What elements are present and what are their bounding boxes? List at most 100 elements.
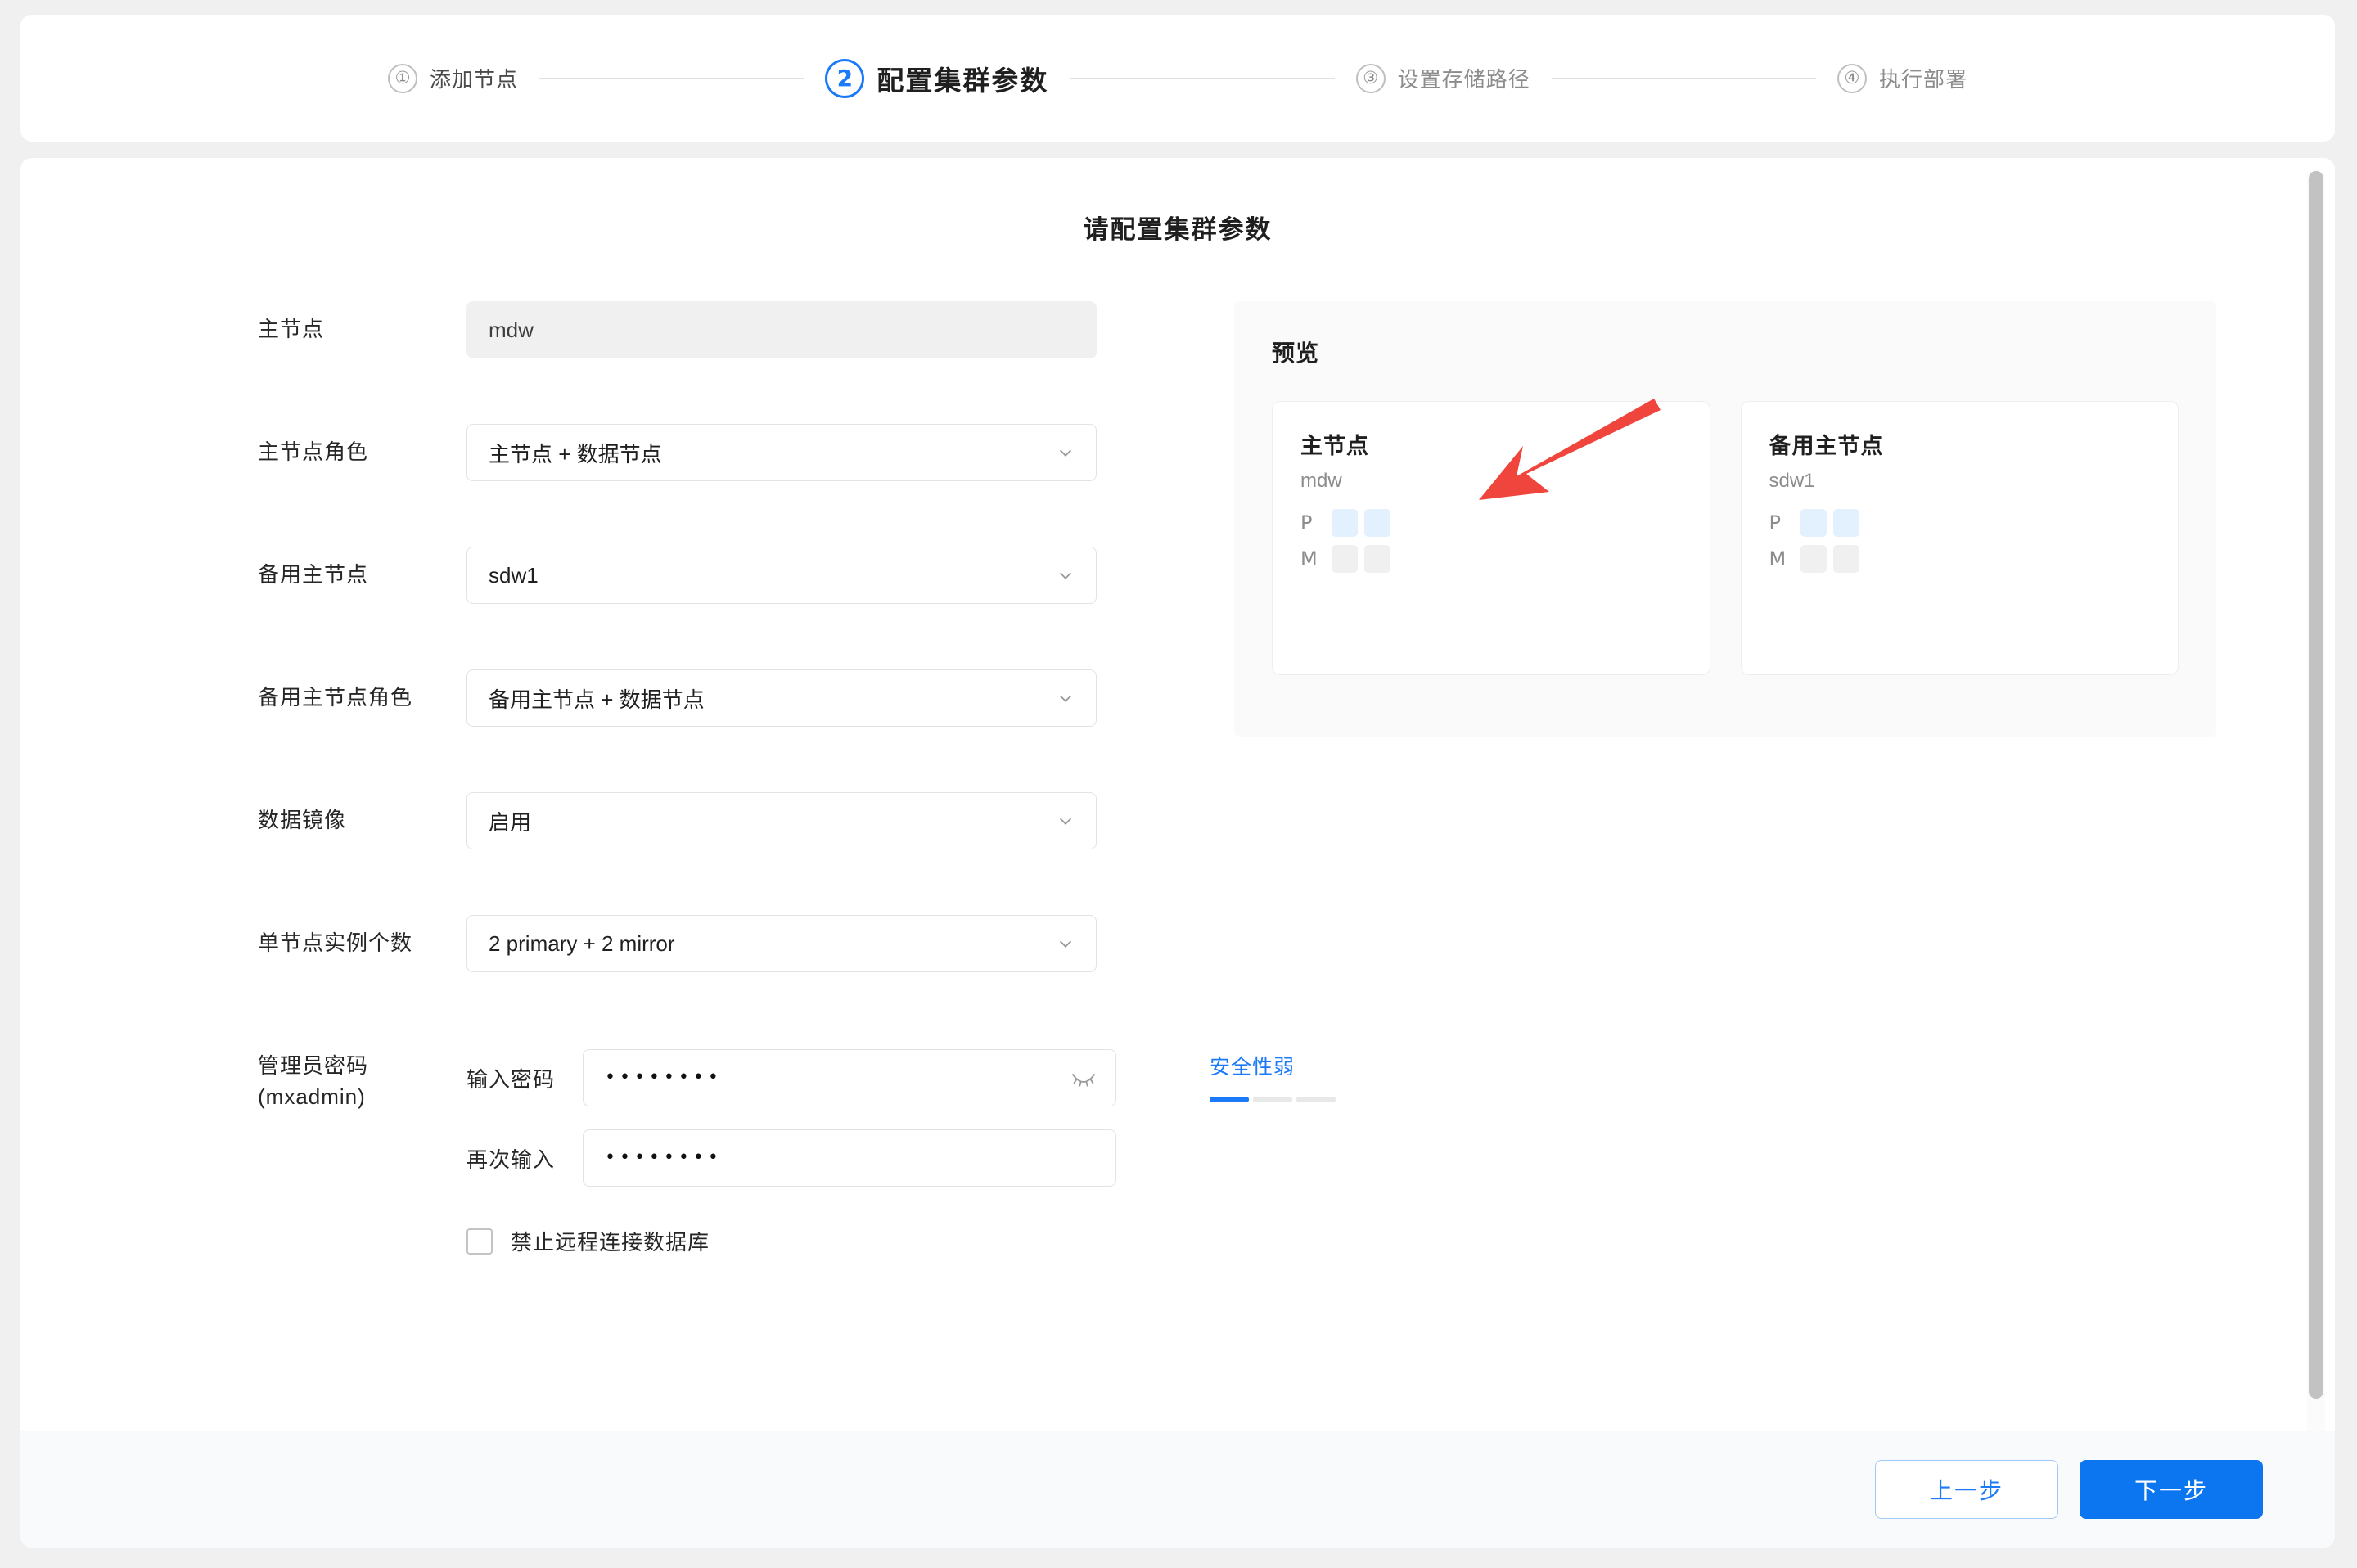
primary-instance-block	[1800, 509, 1827, 537]
strength-bar-3	[1296, 1097, 1336, 1102]
standby-role-value: 备用主节点 + 数据节点	[489, 687, 705, 712]
label-standby-node: 备用主节点	[258, 562, 369, 587]
next-step-button[interactable]: 下一步	[2080, 1460, 2263, 1519]
step-2-label: 配置集群参数	[877, 65, 1049, 96]
step-item-1[interactable]: ① 添加节点	[388, 63, 518, 93]
control-master-role: 主节点 + 数据节点	[466, 424, 1219, 481]
password-repeat-input[interactable]: ••••••••	[583, 1129, 1116, 1187]
label-master-node: 主节点	[258, 317, 325, 341]
password-input[interactable]: ••••••••	[583, 1049, 1116, 1106]
password-strength-bars	[1210, 1097, 1349, 1102]
primary-instance-block	[1364, 509, 1390, 537]
password-strength-text: 安全性弱	[1210, 1056, 1296, 1079]
step-item-3[interactable]: ③ 设置存储路径	[1355, 63, 1530, 93]
label-admin-password: 管理员密码 (mxadmin)	[258, 1038, 466, 1112]
scrollable-content: 请配置集群参数 主节点 mdw 主节点角色 主节点 + 数据节点 备用主节点 s…	[20, 158, 2335, 1467]
chevron-down-icon	[1057, 444, 1075, 462]
chevron-down-icon	[1057, 935, 1075, 953]
standby-node-select[interactable]: sdw1	[466, 547, 1097, 604]
preview-master-primary-blocks	[1332, 509, 1390, 537]
step-4-label: 执行部署	[1878, 67, 1967, 92]
main-content-card: 请配置集群参数 主节点 mdw 主节点角色 主节点 + 数据节点 备用主节点 s…	[20, 158, 2335, 1548]
step-connector-2	[1070, 77, 1335, 79]
step-connector-3	[1551, 77, 1816, 79]
field-row-instances-per-node: 单节点实例个数 2 primary + 2 mirror	[258, 915, 1219, 1038]
vertical-scrollbar-thumb[interactable]	[2309, 171, 2323, 1399]
control-data-mirror: 启用	[466, 792, 1219, 849]
preview-card-standby: 备用主节点 sdw1 P M	[1740, 401, 2179, 675]
control-master-node: mdw	[466, 301, 1219, 358]
eye-off-icon[interactable]	[1071, 1069, 1096, 1087]
mirror-instance-block	[1832, 545, 1859, 573]
field-row-master-role: 主节点角色 主节点 + 数据节点	[258, 424, 1219, 547]
instances-per-node-value: 2 primary + 2 mirror	[489, 930, 675, 956]
page-title: 请配置集群参数	[1083, 215, 1273, 244]
wizard-step-bar: ① 添加节点 2 配置集群参数 ③ 设置存储路径 ④ 执行部署	[20, 15, 2335, 142]
step-2-number: 2	[825, 58, 865, 98]
label-admin-password-line1: 管理员密码	[258, 1053, 369, 1078]
standby-node-value: sdw1	[489, 562, 539, 588]
password-enter-line: 输入密码 ••••••••	[466, 1038, 1219, 1118]
data-mirror-value: 启用	[489, 809, 532, 835]
preview-card-master: 主节点 mdw P M	[1272, 401, 1710, 675]
master-role-select[interactable]: 主节点 + 数据节点	[466, 424, 1097, 481]
preview-card-list: 主节点 mdw P M 备用主节点 sdw1 P M	[1272, 401, 2179, 675]
step-1-label: 添加节点	[430, 67, 519, 92]
preview-standby-primary-row: P	[1769, 509, 2151, 537]
master-node-input[interactable]: mdw	[466, 301, 1097, 358]
app-root: ① 添加节点 2 配置集群参数 ③ 设置存储路径 ④ 执行部署 请配置集群参数	[0, 0, 2357, 1568]
preview-title: 预览	[1272, 340, 1320, 366]
chevron-down-icon	[1057, 812, 1075, 830]
preview-master-mirror-blocks	[1332, 545, 1390, 573]
disable-remote-checkbox[interactable]	[466, 1228, 493, 1255]
mirror-instance-block	[1800, 545, 1827, 573]
password-repeat-value-masked: ••••••••	[605, 1147, 723, 1168]
previous-step-button[interactable]: 上一步	[1875, 1460, 2058, 1519]
step-item-2[interactable]: 2 配置集群参数	[825, 58, 1049, 98]
preview-standby-mirror-row: M	[1769, 545, 2151, 573]
chevron-down-icon	[1057, 566, 1075, 584]
password-fields-block: 输入密码 •••••••• 再次输入 •••••••• 禁止远程连接数据库	[466, 1038, 1219, 1256]
standby-role-select[interactable]: 备用主节点 + 数据节点	[466, 669, 1097, 727]
step-list: ① 添加节点 2 配置集群参数 ③ 设置存储路径 ④ 执行部署	[388, 58, 1967, 98]
preview-master-mirror-tag: M	[1300, 547, 1318, 570]
master-node-value: mdw	[489, 317, 534, 342]
disable-remote-label: 禁止远程连接数据库	[511, 1230, 710, 1255]
step-item-4[interactable]: ④ 执行部署	[1836, 63, 1967, 93]
password-strength-indicator: 安全性弱	[1210, 1051, 1349, 1102]
preview-standby-mirror-tag: M	[1769, 547, 1787, 570]
label-standby-role: 备用主节点角色	[258, 685, 413, 710]
mirror-instance-block	[1332, 545, 1358, 573]
field-row-admin-password: 管理员密码 (mxadmin) 输入密码 •••••••• 再次输入 •••••…	[258, 1038, 1336, 1256]
instances-per-node-select[interactable]: 2 primary + 2 mirror	[466, 915, 1097, 972]
control-standby-role: 备用主节点 + 数据节点	[466, 669, 1219, 727]
field-row-standby-node: 备用主节点 sdw1	[258, 547, 1219, 669]
preview-standby-primary-tag: P	[1769, 511, 1781, 534]
mirror-instance-block	[1364, 545, 1390, 573]
preview-card-master-title: 主节点	[1300, 434, 1369, 458]
password-repeat-line: 再次输入 ••••••••	[466, 1118, 1219, 1198]
label-repeat-password: 再次输入	[466, 1147, 556, 1172]
control-standby-node: sdw1	[466, 547, 1219, 604]
preview-panel: 预览 主节点 mdw P M 备用主节点 sdw1 P M	[1234, 301, 2216, 737]
control-admin-password: 输入密码 •••••••• 再次输入 •••••••• 禁止远程连接数据库 安全…	[466, 1038, 1336, 1256]
control-instances-per-node: 2 primary + 2 mirror	[466, 915, 1219, 972]
data-mirror-select[interactable]: 启用	[466, 792, 1097, 849]
preview-master-primary-row: P	[1300, 509, 1682, 537]
primary-instance-block	[1832, 509, 1859, 537]
preview-card-master-host: mdw	[1300, 470, 1342, 492]
step-1-number: ①	[388, 63, 417, 93]
field-row-data-mirror: 数据镜像 启用	[258, 792, 1219, 915]
step-connector-1	[539, 77, 804, 79]
label-master-role: 主节点角色	[258, 439, 369, 464]
step-4-number: ④	[1836, 63, 1867, 93]
preview-master-mirror-row: M	[1300, 545, 1682, 573]
preview-card-standby-title: 备用主节点	[1769, 434, 1884, 458]
label-enter-password: 输入密码	[466, 1066, 556, 1092]
cluster-parameters-form: 主节点 mdw 主节点角色 主节点 + 数据节点 备用主节点 sdw1 备用主节…	[258, 301, 1336, 1256]
password-value-masked: ••••••••	[605, 1067, 723, 1088]
disable-remote-checkbox-row[interactable]: 禁止远程连接数据库	[466, 1226, 1219, 1256]
primary-instance-block	[1332, 509, 1358, 537]
preview-standby-primary-blocks	[1800, 509, 1859, 537]
content-body: 主节点 mdw 主节点角色 主节点 + 数据节点 备用主节点 sdw1 备用主节…	[20, 246, 2335, 1256]
